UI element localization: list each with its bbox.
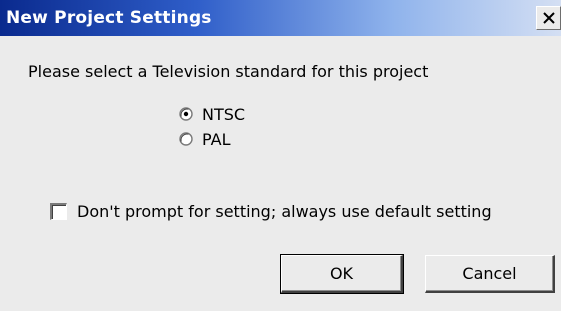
radio-label-ntsc: NTSC [202,104,246,124]
ok-button[interactable]: OK [280,254,404,294]
radio-label-pal: PAL [202,129,231,149]
title-bar[interactable]: New Project Settings [0,0,561,36]
new-project-settings-dialog: New Project Settings Please select a Tel… [0,0,561,311]
radio-ntsc-selected[interactable] [179,107,193,121]
standard-prompt-label: Please select a Television standard for … [28,62,429,81]
dont-prompt-checkbox[interactable] [50,202,67,220]
radio-option-ntsc[interactable]: NTSC [179,103,245,125]
radio-pal[interactable] [179,132,193,146]
close-button[interactable] [536,6,561,30]
window-title: New Project Settings [6,8,212,28]
cancel-button[interactable]: Cancel [425,255,555,293]
radio-option-pal[interactable]: PAL [179,128,230,150]
close-icon [543,12,555,24]
dont-prompt-label: Don't prompt for setting; always use def… [77,201,492,221]
dont-prompt-option[interactable]: Don't prompt for setting; always use def… [50,199,492,223]
